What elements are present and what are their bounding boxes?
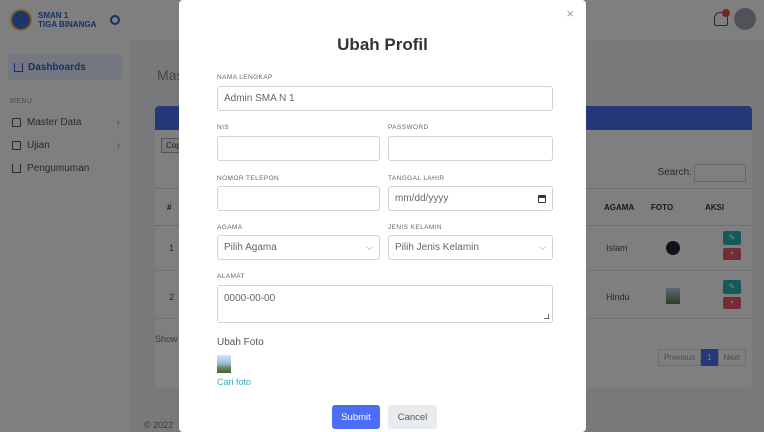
close-button[interactable]: × [566, 6, 574, 21]
chevron-down-icon: ⌵ [366, 242, 373, 252]
submit-button[interactable]: Submit [332, 405, 380, 429]
password-field[interactable] [388, 136, 553, 161]
nama-lengkap-value: Admin SMA N 1 [224, 93, 295, 104]
agama-value: Pilih Agama [224, 242, 277, 253]
nomor-telepon-field[interactable] [217, 186, 380, 211]
alamat-value: 0000-00-00 [224, 293, 276, 304]
nama-lengkap-label: NAMA LENGKAP [217, 74, 273, 81]
edit-profile-modal: × Ubah Profil NAMA LENGKAP Admin SMA N 1… [179, 0, 586, 432]
password-label: PASSWORD [388, 124, 429, 131]
choose-photo-link[interactable]: Cari foto [217, 377, 251, 387]
nama-lengkap-field[interactable]: Admin SMA N 1 [217, 86, 553, 111]
profile-photo-preview [217, 355, 231, 373]
foto-label: Ubah Foto [217, 337, 264, 348]
resize-handle-icon[interactable] [544, 314, 549, 319]
calendar-icon[interactable] [538, 194, 546, 203]
tanggal-lahir-label: TANGGAL LAHIR [388, 175, 445, 182]
tanggal-lahir-value: mm/dd/yyyy [395, 193, 449, 204]
modal-title: Ubah Profil [337, 35, 428, 54]
agama-select[interactable]: Pilih Agama ⌵ [217, 235, 380, 260]
alamat-label: ALAMAT [217, 273, 245, 280]
nis-field[interactable] [217, 136, 380, 161]
chevron-down-icon: ⌵ [539, 242, 546, 252]
cancel-button[interactable]: Cancel [388, 405, 437, 429]
jenis-kelamin-value: Pilih Jenis Kelamin [395, 242, 479, 253]
agama-label: AGAMA [217, 224, 243, 231]
jenis-kelamin-select[interactable]: Pilih Jenis Kelamin ⌵ [388, 235, 553, 260]
alamat-textarea[interactable]: 0000-00-00 [217, 285, 553, 323]
nis-label: NIS [217, 124, 230, 131]
tanggal-lahir-field[interactable]: mm/dd/yyyy [388, 186, 553, 211]
nomor-telepon-label: NOMOR TELEPON [217, 175, 280, 182]
jenis-kelamin-label: JENIS KELAMIN [388, 224, 442, 231]
